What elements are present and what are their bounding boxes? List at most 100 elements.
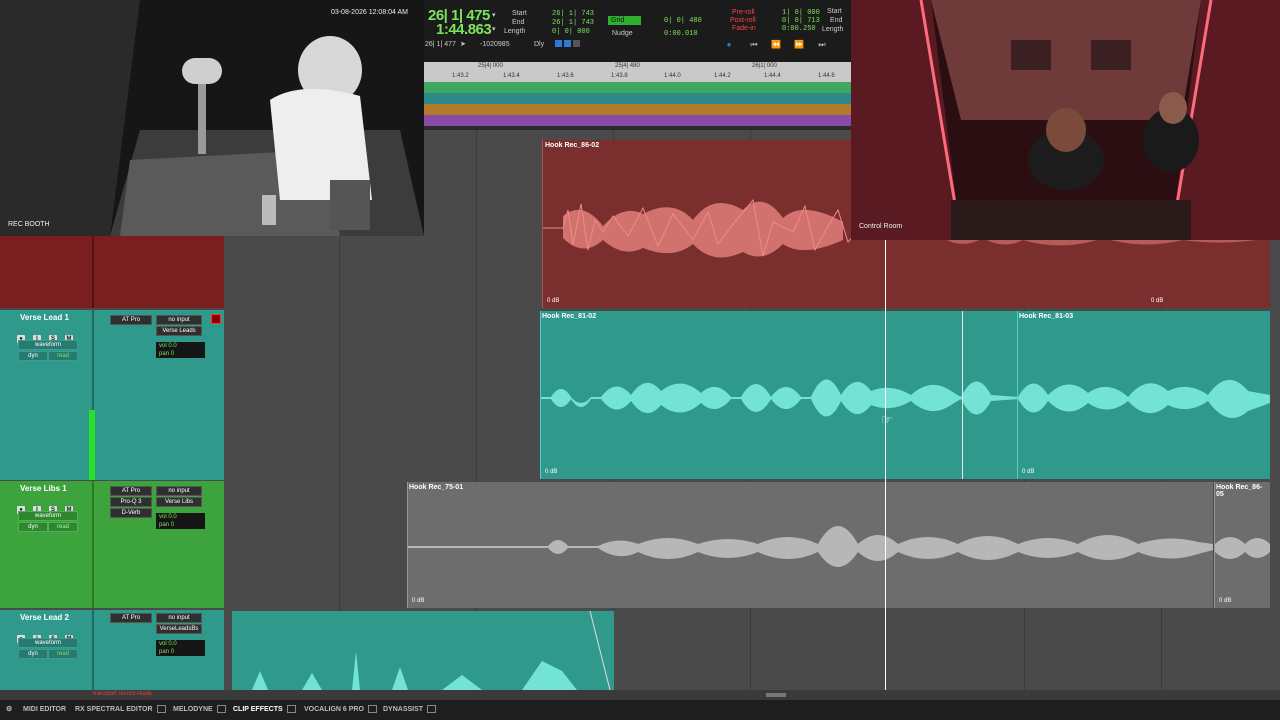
- clip-gain: 0 dB: [547, 298, 560, 304]
- waveform: [541, 379, 1018, 417]
- fadein-label[interactable]: Fade-in: [732, 25, 756, 32]
- status-bar: transport record ready: [0, 690, 1280, 700]
- go-to-end-icon[interactable]: ⏭: [815, 40, 829, 50]
- loop-icon[interactable]: ●: [722, 40, 736, 50]
- automation-mode[interactable]: read: [48, 522, 78, 532]
- camera-label: REC BOOTH: [8, 221, 50, 228]
- insert-slot[interactable]: Pro-Q 3: [110, 497, 152, 507]
- track-name[interactable]: Verse Lead 2: [20, 613, 69, 622]
- input-selector[interactable]: no input: [156, 315, 202, 325]
- dyn-selector[interactable]: dyn: [18, 351, 48, 361]
- main-counter-min[interactable]: 1:44.863: [436, 21, 492, 38]
- clip-gain: 0 dB: [545, 469, 558, 475]
- automation-mode[interactable]: read: [48, 649, 78, 659]
- vol-pan-display[interactable]: vol 0.0 pan 0: [156, 342, 205, 358]
- clip-name: Hook Rec_86-05: [1216, 484, 1263, 498]
- insert-slot[interactable]: D-Verb: [110, 508, 152, 518]
- tab-clip-effects[interactable]: CLIP EFFECTS: [233, 700, 296, 720]
- automation-mode[interactable]: read: [48, 351, 78, 361]
- marker-lane-green[interactable]: [424, 82, 851, 93]
- ruler-min-label: 1:43.4: [503, 73, 520, 79]
- fast-forward-icon[interactable]: ⏩: [792, 40, 806, 50]
- clip-name: Hook Rec_86-02: [545, 142, 600, 149]
- tab-melodyne[interactable]: MELODYNE: [173, 700, 226, 720]
- marker-lane-orange[interactable]: [424, 104, 851, 115]
- horizontal-scrollbar[interactable]: [766, 693, 786, 697]
- playhead[interactable]: [885, 240, 886, 690]
- output-selector[interactable]: VerseLeadsBs: [156, 624, 202, 634]
- vol-pan-display[interactable]: vol 0.0 pan 0: [156, 513, 205, 529]
- end-value[interactable]: 26| 1| 743: [552, 19, 594, 27]
- clip-libs-b[interactable]: Hook Rec_86-05 0 dB: [1214, 482, 1270, 608]
- chevron-down-icon[interactable]: ▾: [492, 25, 496, 33]
- dyn-selector[interactable]: dyn: [18, 649, 48, 659]
- vol-label: vol: [159, 343, 167, 349]
- insert-column-red: [92, 236, 94, 308]
- insert-slot[interactable]: AT Pro: [110, 613, 152, 623]
- window-icon: [286, 705, 296, 714]
- ruler-bar-label: 26|1| 000: [752, 63, 777, 69]
- vol-label: vol: [159, 514, 167, 520]
- preroll-label[interactable]: Pre-roll: [732, 9, 755, 16]
- dyn-selector[interactable]: dyn: [18, 522, 48, 532]
- clip-lead1a[interactable]: Hook Rec_81-02 0 dB: [540, 311, 1018, 479]
- tab-vocalign-6-pro[interactable]: VOCALIGN 6 PRO: [304, 700, 377, 720]
- settings-icon[interactable]: ⚙: [6, 700, 12, 720]
- preroll-value[interactable]: 1| 0| 000: [782, 9, 820, 17]
- pan-value: 0: [170, 649, 175, 655]
- input-selector[interactable]: no input: [156, 486, 202, 496]
- tab-midi-editor[interactable]: MIDI EDITOR: [23, 700, 66, 720]
- clip-lead2[interactable]: [232, 611, 614, 690]
- tab-label: MIDI EDITOR: [23, 706, 67, 713]
- clip-name: Hook Rec_75-01: [409, 484, 464, 491]
- return-to-start-icon[interactable]: ⏮: [747, 40, 761, 50]
- output-selector[interactable]: Verse Leads: [156, 326, 202, 336]
- length-value[interactable]: 0| 0| 000: [552, 28, 590, 36]
- input-selector[interactable]: no input: [156, 613, 202, 623]
- sync-icon[interactable]: [555, 40, 562, 47]
- marker-lane-teal[interactable]: [424, 93, 851, 104]
- grid-mode-button[interactable]: Grid: [608, 16, 641, 25]
- postroll-value[interactable]: 0| 0| 713: [782, 17, 820, 25]
- view-selector[interactable]: waveform: [18, 511, 78, 521]
- clip-libs-a[interactable]: Hook Rec_75-01 0 dB: [407, 482, 1213, 608]
- rewind-icon[interactable]: ⏪: [769, 40, 783, 50]
- output-selector[interactable]: Verse Libs: [156, 497, 202, 507]
- grid-value[interactable]: 0| 0| 480: [664, 17, 702, 25]
- clip-lead1b[interactable]: Hook Rec_81-03 0 dB: [1017, 311, 1270, 479]
- track-name[interactable]: Verse Lead 1: [20, 313, 69, 322]
- record-enable-icon[interactable]: [211, 314, 221, 324]
- track-name[interactable]: Verse Libs 1: [20, 484, 67, 493]
- pan-label: pan: [159, 649, 170, 655]
- vol-label: vol: [159, 641, 167, 647]
- hand-cursor-icon: ☞: [881, 412, 893, 427]
- start-value[interactable]: 26| 1| 743: [552, 10, 594, 18]
- link-icon[interactable]: [564, 40, 571, 47]
- vol-value: 0.0: [168, 514, 177, 520]
- fadein-value[interactable]: 0:00.250: [782, 25, 816, 33]
- vol-value: 0.0: [168, 641, 177, 647]
- nudge-label: Nudge: [612, 30, 633, 37]
- ruler-min-label: 1:44.4: [764, 73, 781, 79]
- pan-label: pan: [159, 522, 170, 528]
- insert-slot[interactable]: AT Pro: [110, 486, 152, 496]
- divider: [92, 481, 94, 608]
- view-selector[interactable]: waveform: [18, 638, 78, 648]
- tab-label: VOCALIGN 6 PRO: [304, 706, 364, 713]
- postroll-label[interactable]: Post-roll: [730, 17, 756, 24]
- tab-rx-spectral-editor[interactable]: RX SPECTRAL EDITOR: [75, 700, 166, 720]
- dly-label: Dly: [534, 41, 545, 48]
- vol-pan-display[interactable]: vol 0.0 pan 0: [156, 640, 205, 656]
- insert-slot[interactable]: AT Pro: [110, 315, 152, 325]
- vol-value: 0.0: [168, 343, 177, 349]
- marker-lane-purple[interactable]: [424, 115, 851, 126]
- ruler-min-label: 1:43.2: [452, 73, 469, 79]
- chevron-down-icon[interactable]: ▾: [492, 11, 496, 19]
- tab-dynassist[interactable]: DYNASSIST: [383, 700, 437, 720]
- ruler-min-label: 1:44.0: [664, 73, 681, 79]
- timeline-ruler[interactable]: 25|4| 000 25|4| 480 26|1| 000 1:43.2 1:4…: [424, 62, 851, 82]
- view-selector[interactable]: waveform: [18, 340, 78, 350]
- grid-icon[interactable]: [573, 40, 580, 47]
- nudge-value[interactable]: 0:00.010: [664, 30, 698, 38]
- sub-value: -1020985: [480, 41, 510, 48]
